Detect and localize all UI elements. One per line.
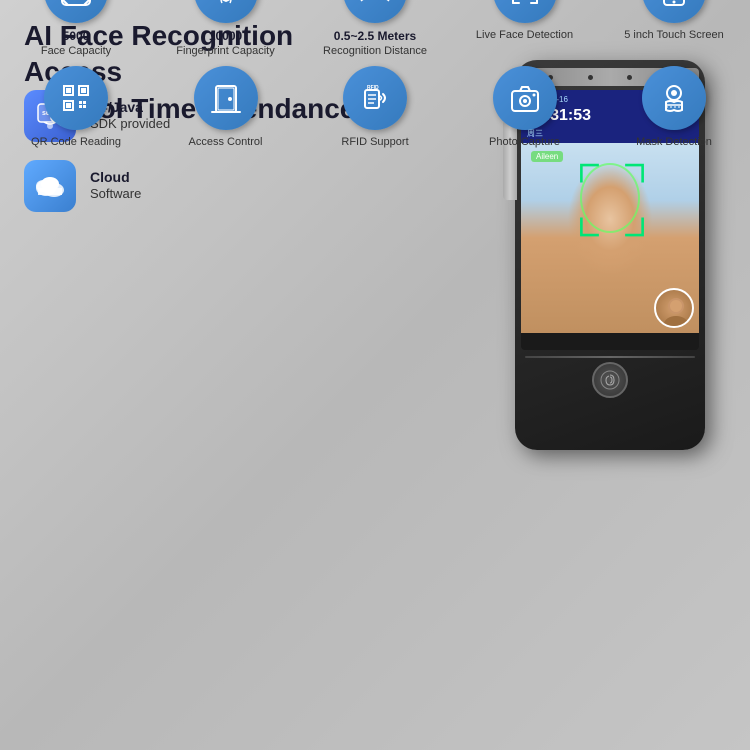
fingerprint-button[interactable] <box>592 362 628 398</box>
cloud-label: Cloud <box>90 169 141 185</box>
access-control-sublabel: Access Control <box>189 136 263 149</box>
distance-sublabel: Recognition Distance <box>323 45 427 58</box>
live-face-icon <box>493 0 557 23</box>
cloud-feature: Cloud Software <box>24 160 244 212</box>
recognition-distance-icon <box>343 0 407 23</box>
fingerprint-sublabel: Fingerprint Capacity <box>176 45 274 58</box>
cloud-icon <box>32 172 68 200</box>
rfid-icon: RFID <box>343 66 407 130</box>
face-icon <box>58 0 94 9</box>
qr-code-icon <box>44 66 108 130</box>
qr-code-sublabel: QR Code Reading <box>31 136 121 149</box>
svg-text:RFID: RFID <box>367 85 379 91</box>
small-profile-pic <box>654 288 694 328</box>
live-face-sublabel: Live Face Detection <box>476 29 573 42</box>
touch-screen-sublabel: 5 inch Touch Screen <box>624 29 723 42</box>
distance-label: 0.5~2.5 Meters <box>334 29 416 45</box>
fingerprint-label: 10000 <box>209 29 242 45</box>
face-detection-outline <box>580 163 640 233</box>
photo-capture-icon <box>493 66 557 130</box>
mask-detection-item: Mask Detection <box>614 66 734 149</box>
main-content: AI Face Recognition Access Control Time … <box>0 0 750 163</box>
face-capacity-label: 5000 <box>63 29 90 45</box>
access-control-icon <box>194 66 258 130</box>
face-corners <box>577 160 647 240</box>
camera-svg <box>507 80 543 116</box>
recognition-distance-item: 0.5~2.5 Meters Recognition Distance <box>315 0 435 58</box>
cloud-sublabel: Software <box>90 186 141 201</box>
fingerprint-capacity-icon <box>194 0 258 23</box>
photo-capture-item: Photo Capture <box>465 66 585 149</box>
mask-svg <box>656 80 692 116</box>
face-capacity-icon <box>44 0 108 23</box>
group-icon <box>357 0 393 9</box>
photo-capture-sublabel: Photo Capture <box>489 136 560 149</box>
fingerprint-capacity-item: 10000 Fingerprint Capacity <box>166 0 286 58</box>
cloud-text: Cloud Software <box>90 169 141 203</box>
rfid-sublabel: RFID Support <box>341 136 408 149</box>
fingerprint-icon <box>600 370 620 390</box>
touchscreen-svg <box>656 0 692 9</box>
mask-detection-sublabel: Mask Detection <box>636 136 712 149</box>
qrcode-svg <box>58 80 94 116</box>
mask-detection-icon <box>642 66 706 130</box>
user-name-label: Aileen <box>531 151 563 162</box>
rfid-item: RFID RFID Support <box>315 66 435 149</box>
access-control-item: Access Control <box>166 66 286 149</box>
fingerprint-svg-icon <box>208 0 244 9</box>
rfid-svg: RFID <box>357 80 393 116</box>
live-face-svg <box>507 0 543 9</box>
live-face-item: Live Face Detection <box>465 0 585 58</box>
touch-screen-icon <box>642 0 706 23</box>
face-recognition-area: Aileen <box>521 143 699 333</box>
qr-code-item: QR Code Reading <box>16 66 136 149</box>
features-grid: 5000 Face Capacity 10000 Fingerprint Cap… <box>16 0 734 149</box>
face-capacity-sublabel: Face Capacity <box>41 45 111 58</box>
device-bottom <box>521 350 699 404</box>
cloud-icon-box <box>24 160 76 212</box>
touch-screen-item: 5 inch Touch Screen <box>614 0 734 58</box>
door-svg <box>208 80 244 116</box>
face-capacity-item: 5000 Face Capacity <box>16 0 136 58</box>
